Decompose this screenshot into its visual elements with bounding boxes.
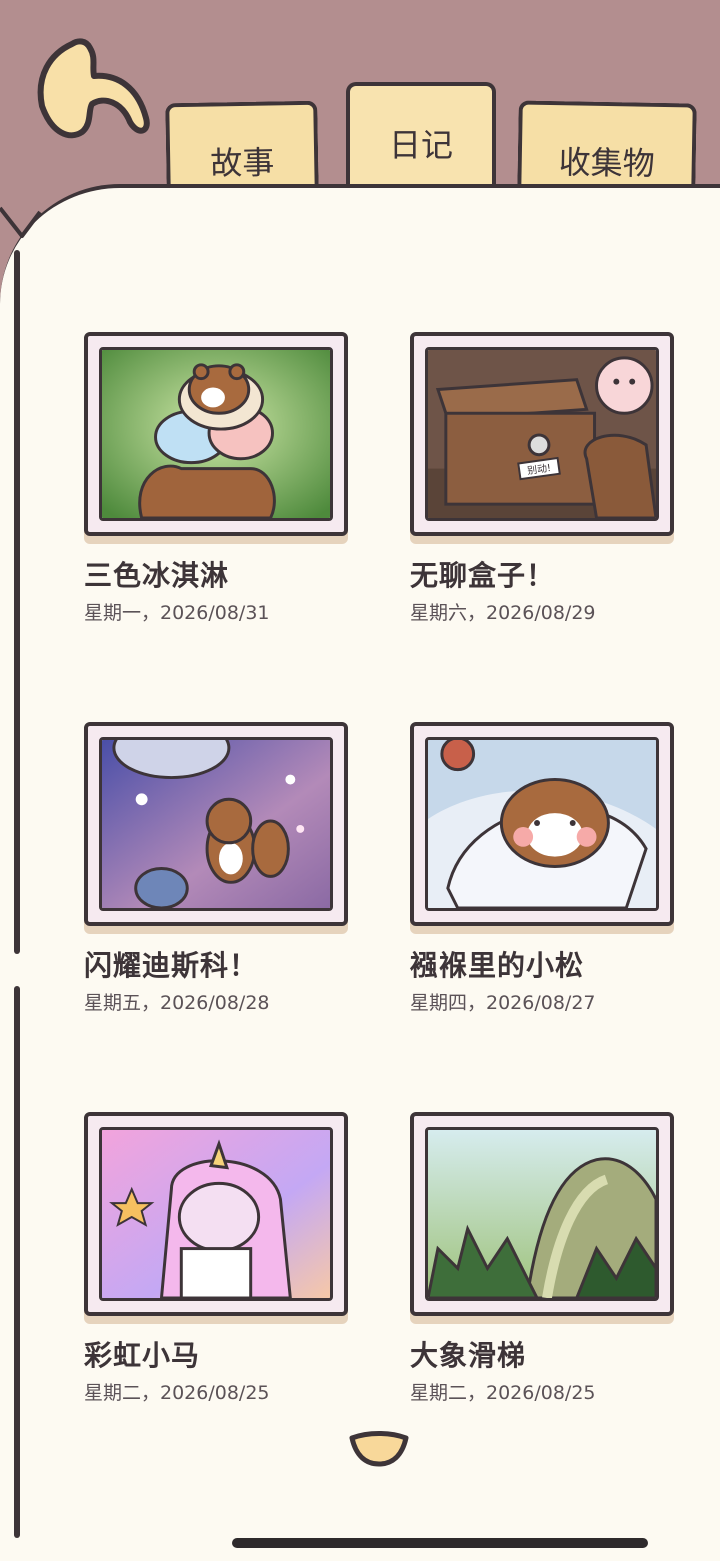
- page-corner: [0, 206, 42, 238]
- home-indicator[interactable]: [232, 1538, 648, 1548]
- rainbow-pony-photo: [99, 1127, 333, 1301]
- entry-photo-frame[interactable]: [410, 722, 674, 926]
- back-button[interactable]: [30, 36, 160, 156]
- spine-line-top: [14, 250, 20, 954]
- entry-title: 闪耀迪斯科！: [84, 949, 259, 982]
- entry-title: 襁褓里的小松: [410, 949, 585, 982]
- diary-entry-card[interactable]: 大象滑梯 星期二，2026/08/25: [410, 1112, 674, 1405]
- diary-entry-card[interactable]: 别动! 无聊盒子！ 星期六，2026/08/29: [410, 332, 674, 625]
- back-arrow-icon: [37, 38, 150, 139]
- tab-collection[interactable]: 收集物: [517, 100, 697, 196]
- entry-photo-frame[interactable]: [84, 722, 348, 926]
- diary-entry-card[interactable]: 襁褓里的小松 星期四，2026/08/27: [410, 722, 674, 1015]
- diary-entry-card[interactable]: 闪耀迪斯科！ 星期五，2026/08/28: [84, 722, 348, 1015]
- ice-cream-photo: [99, 347, 333, 521]
- entry-photo-frame[interactable]: [84, 332, 348, 536]
- diary-entry-card[interactable]: 彩虹小马 星期二，2026/08/25: [84, 1112, 348, 1405]
- entry-photo-frame[interactable]: 别动!: [410, 332, 674, 536]
- scroll-down-button[interactable]: [348, 1430, 410, 1468]
- entry-date: 星期五，2026/08/28: [84, 992, 270, 1014]
- down-arrow-icon: [349, 1431, 409, 1467]
- disco-photo: [99, 737, 333, 911]
- entry-photo-frame[interactable]: [410, 1112, 674, 1316]
- tab-diary[interactable]: 日记: [346, 82, 496, 194]
- diary-entry-card[interactable]: 三色冰淇淋 星期一，2026/08/31: [84, 332, 348, 625]
- spine-line-bottom: [14, 986, 20, 1538]
- entry-title: 三色冰淇淋: [84, 559, 230, 592]
- entry-date: 星期四，2026/08/27: [410, 992, 596, 1014]
- entry-title: 大象滑梯: [410, 1339, 527, 1372]
- entry-date: 星期一，2026/08/31: [84, 602, 270, 624]
- boring-box-photo: 别动!: [425, 347, 659, 521]
- tab-story[interactable]: 故事: [165, 100, 319, 196]
- entry-title: 彩虹小马: [84, 1339, 201, 1372]
- entry-date: 星期六，2026/08/29: [410, 602, 596, 624]
- entry-date: 星期二，2026/08/25: [410, 1382, 596, 1404]
- entry-photo-frame[interactable]: [84, 1112, 348, 1316]
- entry-date: 星期二，2026/08/25: [84, 1382, 270, 1404]
- elephant-slide-photo: [425, 1127, 659, 1301]
- entry-title: 无聊盒子！: [410, 559, 556, 592]
- swaddled-squirrel-photo: [425, 737, 659, 911]
